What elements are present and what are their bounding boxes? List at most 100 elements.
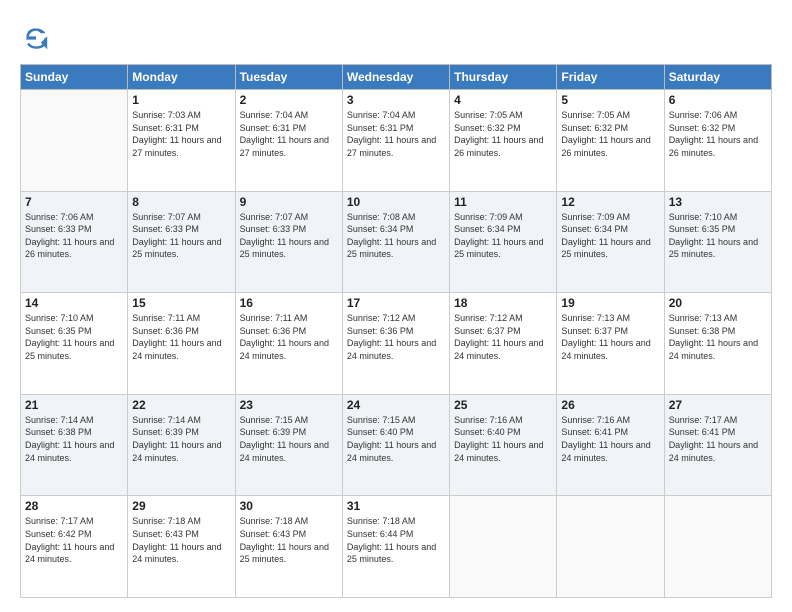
day-number: 19 [561,296,659,310]
day-number: 12 [561,195,659,209]
cell-info: Sunrise: 7:15 AMSunset: 6:40 PMDaylight:… [347,414,445,464]
calendar-cell: 20 Sunrise: 7:13 AMSunset: 6:38 PMDayligh… [664,293,771,395]
day-number: 24 [347,398,445,412]
calendar-week-row: 1 Sunrise: 7:03 AMSunset: 6:31 PMDaylight… [21,90,772,192]
calendar-cell: 4 Sunrise: 7:05 AMSunset: 6:32 PMDaylight… [450,90,557,192]
calendar-cell: 21Sunrise: 7:14 AMSunset: 6:38 PMDayligh… [21,394,128,496]
calendar-cell: 24 Sunrise: 7:15 AMSunset: 6:40 PMDayligh… [342,394,449,496]
cell-info: Sunrise: 7:11 AMSunset: 6:36 PMDaylight:… [240,312,338,362]
calendar-cell: 16 Sunrise: 7:11 AMSunset: 6:36 PMDayligh… [235,293,342,395]
calendar-cell: 22Sunrise: 7:14 AMSunset: 6:39 PMDayligh… [128,394,235,496]
day-number: 29 [132,499,230,513]
cell-info: Sunrise: 7:17 AMSunset: 6:42 PMDaylight:… [25,515,123,565]
calendar-cell: 14 Sunrise: 7:10 AMSunset: 6:35 PMDayligh… [21,293,128,395]
logo [20,22,56,54]
calendar-cell: 2 Sunrise: 7:04 AMSunset: 6:31 PMDaylight… [235,90,342,192]
cell-info: Sunrise: 7:10 AMSunset: 6:35 PMDaylight:… [669,211,767,261]
calendar-cell: 26 Sunrise: 7:16 AMSunset: 6:41 PMDayligh… [557,394,664,496]
cell-info: Sunrise: 7:05 AMSunset: 6:32 PMDaylight:… [454,109,552,159]
cell-info: Sunrise: 7:16 AMSunset: 6:41 PMDaylight:… [561,414,659,464]
calendar-cell: 3 Sunrise: 7:04 AMSunset: 6:31 PMDaylight… [342,90,449,192]
day-number: 30 [240,499,338,513]
calendar-cell: 12 Sunrise: 7:09 AMSunset: 6:34 PMDayligh… [557,191,664,293]
day-number: 17 [347,296,445,310]
calendar-cell: 18Sunrise: 7:12 AMSunset: 6:37 PMDayligh… [450,293,557,395]
day-number: 6 [669,93,767,107]
day-number: 5 [561,93,659,107]
calendar-week-row: 7 Sunrise: 7:06 AMSunset: 6:33 PMDaylight… [21,191,772,293]
day-number: 14 [25,296,123,310]
header [20,18,772,54]
cell-info: Sunrise: 7:10 AMSunset: 6:35 PMDaylight:… [25,312,123,362]
day-number: 31 [347,499,445,513]
day-number: 15 [132,296,230,310]
logo-icon [20,22,52,54]
cell-info: Sunrise: 7:14 AMSunset: 6:39 PMDaylight:… [132,414,230,464]
day-of-week-header: Tuesday [235,65,342,90]
day-number: 7 [25,195,123,209]
calendar-table: SundayMondayTuesdayWednesdayThursdayFrid… [20,64,772,598]
calendar-cell: 9Sunrise: 7:07 AMSunset: 6:33 PMDaylight… [235,191,342,293]
calendar-cell: 27 Sunrise: 7:17 AMSunset: 6:41 PMDayligh… [664,394,771,496]
calendar-cell: 30 Sunrise: 7:18 AMSunset: 6:43 PMDayligh… [235,496,342,598]
cell-info: Sunrise: 7:17 AMSunset: 6:41 PMDaylight:… [669,414,767,464]
calendar-cell: 19 Sunrise: 7:13 AMSunset: 6:37 PMDayligh… [557,293,664,395]
day-of-week-header: Monday [128,65,235,90]
day-number: 4 [454,93,552,107]
day-number: 18 [454,296,552,310]
cell-info: Sunrise: 7:18 AMSunset: 6:44 PMDaylight:… [347,515,445,565]
calendar-cell: 28Sunrise: 7:17 AMSunset: 6:42 PMDayligh… [21,496,128,598]
calendar-cell: 13 Sunrise: 7:10 AMSunset: 6:35 PMDayligh… [664,191,771,293]
day-of-week-header: Sunday [21,65,128,90]
calendar-cell [664,496,771,598]
day-number: 13 [669,195,767,209]
calendar-header-row: SundayMondayTuesdayWednesdayThursdayFrid… [21,65,772,90]
calendar-cell: 29 Sunrise: 7:18 AMSunset: 6:43 PMDayligh… [128,496,235,598]
cell-info: Sunrise: 7:09 AMSunset: 6:34 PMDaylight:… [561,211,659,261]
calendar-cell: 5 Sunrise: 7:05 AMSunset: 6:32 PMDaylight… [557,90,664,192]
cell-info: Sunrise: 7:13 AMSunset: 6:38 PMDaylight:… [669,312,767,362]
day-number: 26 [561,398,659,412]
cell-info: Sunrise: 7:12 AMSunset: 6:36 PMDaylight:… [347,312,445,362]
cell-info: Sunrise: 7:15 AMSunset: 6:39 PMDaylight:… [240,414,338,464]
calendar-cell: 25Sunrise: 7:16 AMSunset: 6:40 PMDayligh… [450,394,557,496]
day-number: 8 [132,195,230,209]
cell-info: Sunrise: 7:04 AMSunset: 6:31 PMDaylight:… [347,109,445,159]
day-number: 1 [132,93,230,107]
cell-info: Sunrise: 7:14 AMSunset: 6:38 PMDaylight:… [25,414,123,464]
day-of-week-header: Wednesday [342,65,449,90]
calendar-cell: 10Sunrise: 7:08 AMSunset: 6:34 PMDayligh… [342,191,449,293]
calendar-cell: 1 Sunrise: 7:03 AMSunset: 6:31 PMDaylight… [128,90,235,192]
calendar-cell: 6 Sunrise: 7:06 AMSunset: 6:32 PMDaylight… [664,90,771,192]
cell-info: Sunrise: 7:06 AMSunset: 6:32 PMDaylight:… [669,109,767,159]
calendar-cell [557,496,664,598]
day-number: 16 [240,296,338,310]
day-of-week-header: Friday [557,65,664,90]
cell-info: Sunrise: 7:13 AMSunset: 6:37 PMDaylight:… [561,312,659,362]
cell-info: Sunrise: 7:18 AMSunset: 6:43 PMDaylight:… [132,515,230,565]
cell-info: Sunrise: 7:18 AMSunset: 6:43 PMDaylight:… [240,515,338,565]
cell-info: Sunrise: 7:03 AMSunset: 6:31 PMDaylight:… [132,109,230,159]
calendar-cell: 7 Sunrise: 7:06 AMSunset: 6:33 PMDaylight… [21,191,128,293]
calendar-cell: 31 Sunrise: 7:18 AMSunset: 6:44 PMDayligh… [342,496,449,598]
cell-info: Sunrise: 7:05 AMSunset: 6:32 PMDaylight:… [561,109,659,159]
calendar-cell: 17 Sunrise: 7:12 AMSunset: 6:36 PMDayligh… [342,293,449,395]
cell-info: Sunrise: 7:04 AMSunset: 6:31 PMDaylight:… [240,109,338,159]
cell-info: Sunrise: 7:07 AMSunset: 6:33 PMDaylight:… [132,211,230,261]
calendar-cell: 23Sunrise: 7:15 AMSunset: 6:39 PMDayligh… [235,394,342,496]
day-number: 20 [669,296,767,310]
cell-info: Sunrise: 7:07 AMSunset: 6:33 PMDaylight:… [240,211,338,261]
day-number: 10 [347,195,445,209]
calendar-cell: 11 Sunrise: 7:09 AMSunset: 6:34 PMDayligh… [450,191,557,293]
calendar-cell: 15 Sunrise: 7:11 AMSunset: 6:36 PMDayligh… [128,293,235,395]
day-number: 25 [454,398,552,412]
day-of-week-header: Thursday [450,65,557,90]
calendar-week-row: 21Sunrise: 7:14 AMSunset: 6:38 PMDayligh… [21,394,772,496]
day-number: 3 [347,93,445,107]
cell-info: Sunrise: 7:09 AMSunset: 6:34 PMDaylight:… [454,211,552,261]
day-number: 27 [669,398,767,412]
cell-info: Sunrise: 7:06 AMSunset: 6:33 PMDaylight:… [25,211,123,261]
day-number: 11 [454,195,552,209]
day-number: 2 [240,93,338,107]
cell-info: Sunrise: 7:11 AMSunset: 6:36 PMDaylight:… [132,312,230,362]
